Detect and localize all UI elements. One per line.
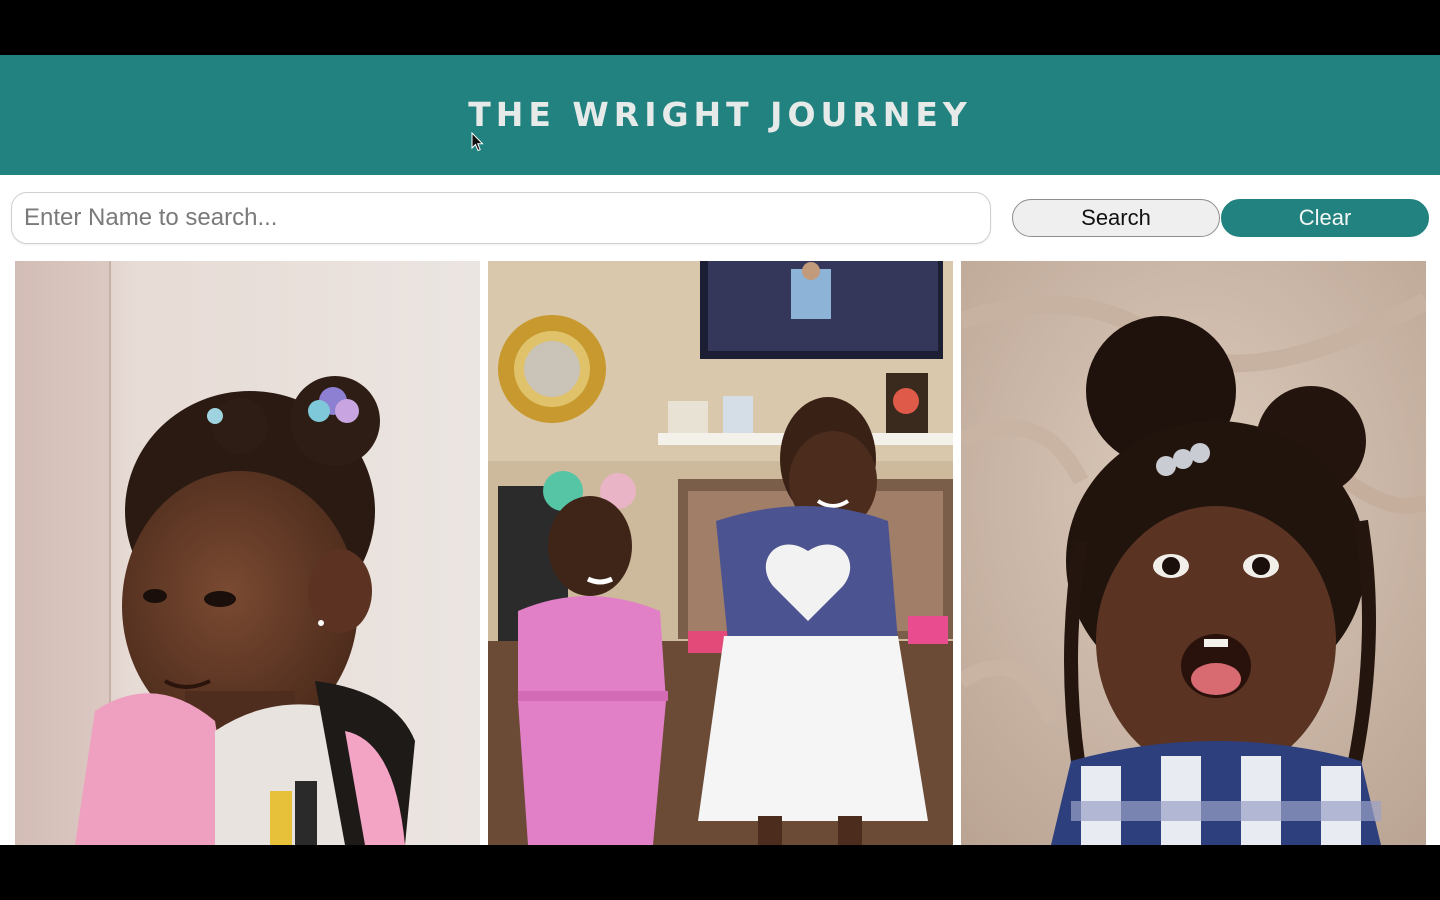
search-input[interactable]	[11, 192, 991, 244]
page-title: THE WRIGHT JOURNEY	[468, 94, 972, 134]
app-window: THE WRIGHT JOURNEY Search Clear	[0, 55, 1440, 845]
gallery-photo-1[interactable]	[15, 261, 480, 845]
clear-button[interactable]: Clear	[1221, 199, 1429, 237]
search-bar: Search Clear	[0, 175, 1440, 261]
photo-image	[488, 261, 953, 845]
photo-image	[961, 261, 1426, 845]
letterbox-top	[0, 0, 1440, 55]
mouse-cursor-icon	[471, 132, 484, 152]
photo-image	[15, 261, 480, 845]
gallery-photo-3[interactable]	[961, 261, 1426, 845]
letterbox-bottom	[0, 845, 1440, 900]
page-header: THE WRIGHT JOURNEY	[0, 55, 1440, 175]
gallery-photo-2[interactable]	[488, 261, 953, 845]
search-button[interactable]: Search	[1012, 199, 1220, 237]
photo-gallery	[15, 261, 1427, 845]
